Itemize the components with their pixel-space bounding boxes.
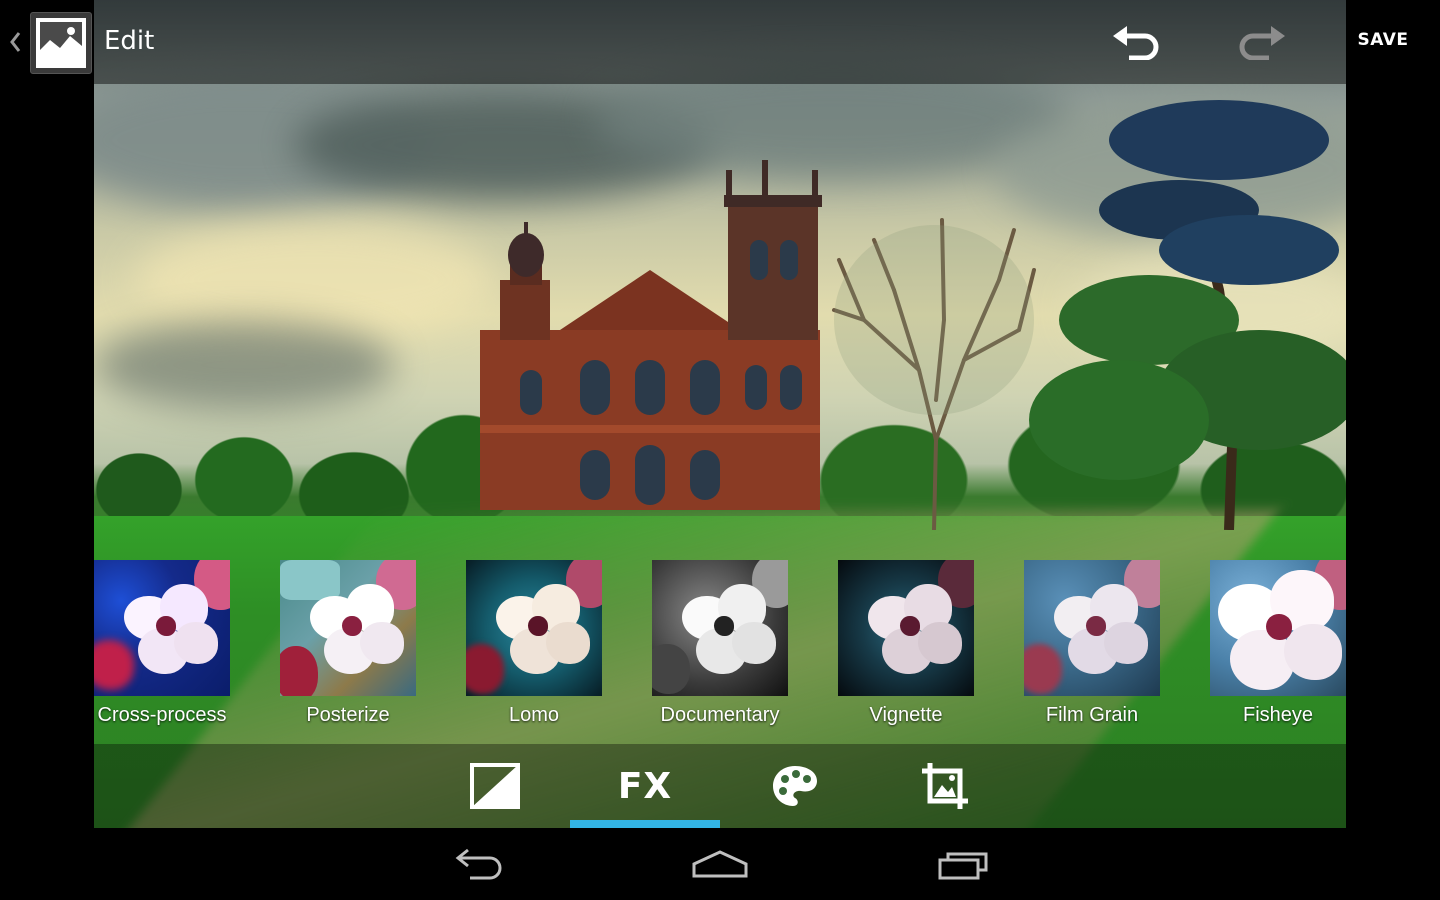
toolbar-right-gutter (1346, 744, 1440, 828)
filter-label: Fisheye (1242, 704, 1314, 726)
tab-fx-label: FX (617, 765, 673, 807)
home-icon (692, 850, 748, 878)
filter-lomo[interactable]: Lomo (466, 560, 602, 727)
filter-label: Vignette (869, 704, 943, 726)
filter-vignette[interactable]: Vignette (838, 560, 974, 727)
filter-documentary[interactable]: Documentary (652, 560, 788, 727)
cloud (94, 320, 394, 410)
chevron-left-icon[interactable] (8, 30, 22, 54)
filter-label: Cross-process (97, 704, 227, 726)
filter-thumbnail (466, 560, 602, 696)
filter-thumbnail (1024, 560, 1160, 696)
gallery-icon[interactable] (30, 12, 92, 74)
cedar-tree (1029, 100, 1346, 530)
tab-tone[interactable] (420, 744, 570, 828)
action-bar: Edit SAVE (0, 0, 1440, 84)
redo-button[interactable] (1234, 18, 1290, 66)
filter-thumbnail (280, 560, 416, 696)
active-tab-indicator (570, 820, 720, 828)
filter-cross-process[interactable]: Cross-process (94, 560, 230, 727)
editor-toolbar: FX (0, 744, 1440, 828)
filter-strip: Cross-process Posterize Lomo Documentary… (94, 560, 1346, 740)
home-button[interactable] (680, 842, 760, 886)
filter-label: Documentary (660, 704, 780, 726)
page-title: Edit (104, 26, 155, 56)
undo-icon (1113, 26, 1159, 60)
filter-posterize[interactable]: Posterize (280, 560, 416, 727)
filter-thumbnail (94, 560, 230, 696)
filter-thumbnail (652, 560, 788, 696)
cloud (134, 220, 494, 340)
back-button[interactable] (438, 842, 518, 886)
back-icon (455, 848, 502, 880)
filter-label: Lomo (508, 704, 560, 726)
filter-label: Posterize (306, 704, 390, 726)
redo-icon (1239, 26, 1285, 60)
palette-icon (773, 766, 817, 806)
save-button[interactable]: SAVE (1346, 30, 1420, 50)
filter-film-grain[interactable]: Film Grain (1024, 560, 1160, 727)
undo-button[interactable] (1108, 18, 1164, 66)
tab-crop[interactable] (870, 744, 1020, 828)
recent-apps-icon (938, 852, 988, 880)
crop-icon (922, 763, 968, 809)
toolbar-left-gutter (0, 744, 94, 828)
filter-fisheye[interactable]: Fisheye (1210, 560, 1346, 727)
recent-apps-button[interactable] (924, 842, 1004, 886)
castle (480, 160, 822, 510)
filter-label: Film Grain (1045, 704, 1139, 726)
system-nav-bar (0, 828, 1440, 900)
brightness-contrast-icon (470, 763, 520, 809)
tab-fx[interactable]: FX (570, 744, 720, 828)
tab-color[interactable] (720, 744, 870, 828)
filter-thumbnail (838, 560, 974, 696)
bare-tree (832, 218, 1036, 530)
filter-thumbnail (1210, 560, 1346, 696)
